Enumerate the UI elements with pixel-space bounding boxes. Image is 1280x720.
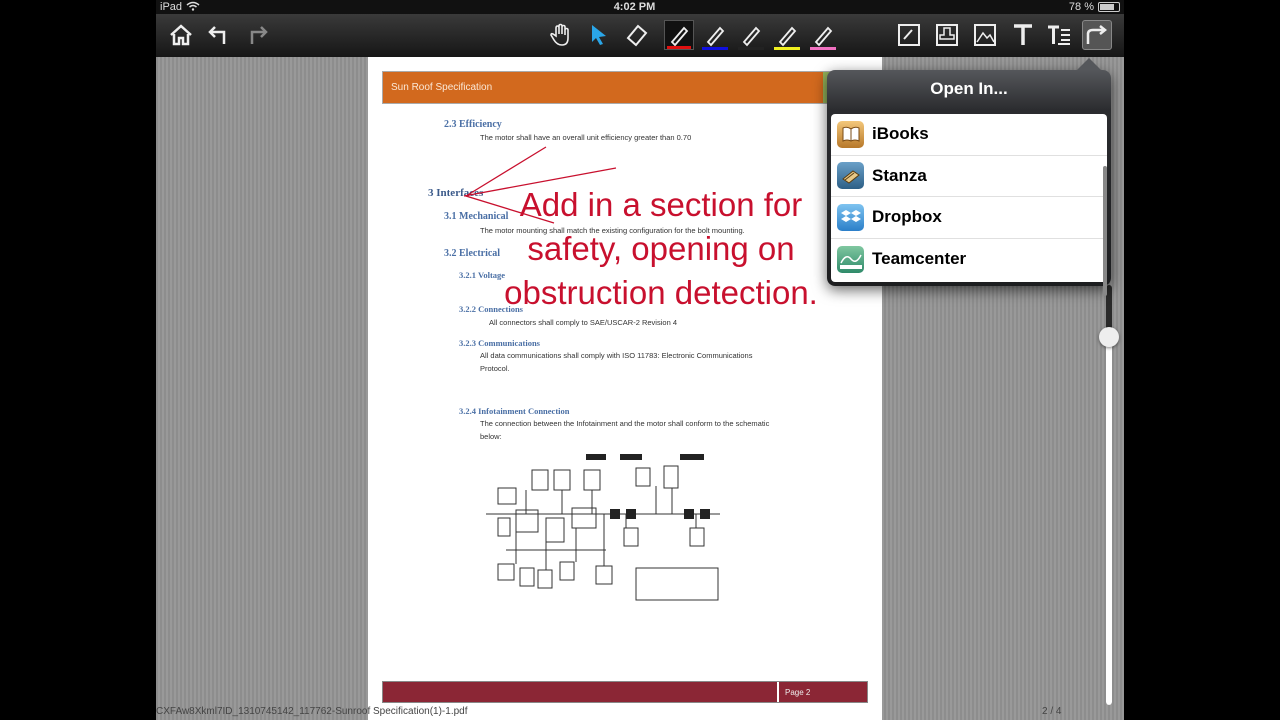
app-item-ibooks[interactable]: iBooks — [831, 114, 1107, 156]
stamp-icon[interactable] — [932, 20, 962, 50]
battery-percent: 78 % — [1068, 1, 1094, 13]
page-scrubber-knob[interactable] — [1099, 327, 1119, 347]
app-item-stanza[interactable]: Stanza — [831, 156, 1107, 197]
pen-color-red — [667, 46, 691, 49]
page-header: Sun Roof Specification 2011 — [382, 71, 868, 104]
section-3-2-4-body-1: The connection between the Infotainment … — [480, 419, 770, 428]
footer-page-number: Page 2 — [777, 682, 867, 702]
page-scrubber[interactable] — [1099, 285, 1119, 705]
page-count: 2 / 4 — [1042, 706, 1062, 717]
annotation-line-1: Add in a section for — [519, 186, 803, 223]
image-icon[interactable] — [970, 20, 1000, 50]
popover-title: Open In... — [930, 79, 1008, 98]
undo-icon[interactable] — [204, 20, 234, 50]
pen-color-pink — [810, 47, 836, 50]
popover-scrollbar[interactable] — [1103, 166, 1107, 296]
toolbar — [156, 14, 1124, 57]
schematic-diagram — [486, 454, 720, 601]
redo-icon[interactable] — [242, 20, 272, 50]
pen-color-blue — [702, 47, 728, 50]
app-name-dropbox: Dropbox — [872, 207, 942, 227]
wifi-icon — [186, 1, 200, 14]
share-icon[interactable] — [1082, 20, 1112, 50]
app-name-stanza: Stanza — [872, 165, 927, 185]
eraser-icon[interactable] — [622, 20, 652, 50]
pointer-icon[interactable] — [584, 20, 614, 50]
teamcenter-icon — [837, 245, 864, 273]
highlighter-yellow-icon[interactable] — [772, 20, 802, 50]
dropbox-icon — [837, 203, 864, 231]
app-name-teamcenter: Teamcenter — [872, 249, 967, 269]
handwritten-annotation[interactable]: Add in a section for safety, opening on … — [476, 183, 846, 315]
text-box-icon[interactable] — [1044, 20, 1074, 50]
annotation-line-2: safety, opening on — [527, 230, 795, 267]
highlighter-pink-icon[interactable] — [808, 20, 838, 50]
section-3-2-2-body: All connectors shall comply to SAE/USCAR… — [489, 318, 677, 327]
pen-color-yellow — [774, 47, 800, 50]
stanza-icon — [837, 162, 864, 190]
home-icon[interactable] — [166, 20, 196, 50]
pen-black-icon[interactable] — [736, 20, 766, 50]
pen-color-black — [738, 47, 764, 50]
hand-icon[interactable] — [546, 20, 576, 50]
section-3-2-3-body-1: All data communications shall comply wit… — [480, 351, 753, 360]
ibooks-icon — [837, 120, 864, 148]
pen-blue-icon[interactable] — [700, 20, 730, 50]
status-bar: iPad 4:02 PM 78 % — [156, 0, 1124, 14]
annotation-line-3: obstruction detection. — [504, 274, 818, 311]
section-3-2-3-body-2: Protocol. — [480, 364, 510, 373]
device-name: iPad — [160, 1, 183, 13]
app-item-dropbox[interactable]: Dropbox — [831, 197, 1107, 239]
battery-icon — [1098, 2, 1120, 12]
open-in-popover: Open In... iBooks Stanza Dropbox Teamcen… — [827, 58, 1111, 296]
ipad-screen: iPad 4:02 PM 78 % Sun Roof Specification… — [156, 0, 1124, 720]
page-footer: Page 2 — [382, 681, 868, 703]
section-3-2-4-heading: 3.2.4 Infotainment Connection — [459, 406, 570, 416]
note-icon[interactable] — [894, 20, 924, 50]
text-icon[interactable] — [1008, 20, 1038, 50]
section-3-2-3-heading: 3.2.3 Communications — [459, 338, 540, 348]
app-item-teamcenter[interactable]: Teamcenter — [831, 239, 1107, 281]
app-list: iBooks Stanza Dropbox Teamcenter — [831, 114, 1107, 282]
app-name-ibooks: iBooks — [872, 124, 929, 144]
pen-red-icon[interactable] — [664, 20, 694, 50]
section-2-3-heading: 2.3 Efficiency — [444, 119, 502, 130]
section-3-2-4-body-2: below: — [480, 432, 502, 441]
header-title: Sun Roof Specification — [383, 72, 823, 103]
file-name: CXFAw8Xkml7ID_1310745142_117762-Sunroof … — [156, 706, 468, 717]
clock: 4:02 PM — [613, 1, 656, 13]
